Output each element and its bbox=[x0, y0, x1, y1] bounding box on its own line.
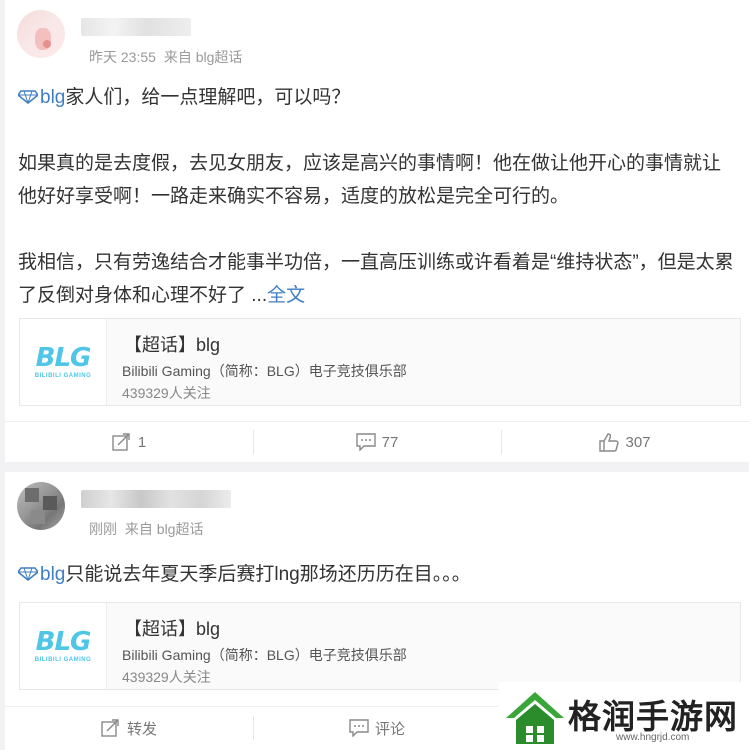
comment-icon bbox=[355, 433, 376, 451]
comment-label: 评论 bbox=[374, 720, 405, 738]
topic-tag-text: blg bbox=[40, 87, 66, 108]
repost-count: 1 bbox=[137, 433, 147, 451]
repost-button[interactable]: 1 bbox=[5, 422, 253, 462]
like-button[interactable]: 307 bbox=[501, 422, 749, 462]
post-paragraph-2: 我相信，只有劳逸结合才能事半功倍，一直高压训练或许看着是“维持状态”，但是太累了… bbox=[18, 246, 737, 312]
comment-count: 77 bbox=[381, 433, 399, 451]
blg-logo-sub: BILIBILI GAMING bbox=[34, 657, 92, 663]
supertopic-title: 【超话】blg bbox=[124, 619, 221, 639]
blg-logo-mark: BLG bbox=[35, 627, 92, 657]
topic-link[interactable]: blg bbox=[18, 564, 65, 585]
like-count: 307 bbox=[625, 433, 651, 451]
comment-icon bbox=[349, 719, 369, 737]
watermark-url: www.hngrjd.com bbox=[616, 732, 690, 743]
post-source[interactable]: 来自 blg超话 bbox=[164, 49, 243, 65]
thumbs-up-icon bbox=[599, 432, 620, 452]
post-lead-text: 家人们，给一点理解吧，可以吗？ bbox=[65, 87, 351, 108]
post-lead-line: blg家人们，给一点理解吧，可以吗？ bbox=[18, 81, 737, 114]
username-blurred[interactable] bbox=[81, 490, 231, 508]
post-body: blg只能说去年夏天季后赛打lng那场还历历在目。。。 bbox=[18, 558, 737, 591]
username-blurred[interactable] bbox=[81, 18, 191, 36]
comment-button[interactable]: 评论 bbox=[253, 708, 501, 748]
blg-logo-sub: BILIBILI GAMING bbox=[34, 373, 92, 379]
diamond-icon bbox=[18, 90, 38, 104]
supertopic-description: Bilibili Gaming（简称：BLG）电子竞技俱乐部 bbox=[122, 647, 407, 663]
supertopic-description: Bilibili Gaming（简称：BLG）电子竞技俱乐部 bbox=[122, 363, 407, 379]
repost-label: 转发 bbox=[126, 720, 157, 738]
avatar[interactable] bbox=[17, 10, 65, 58]
supertopic-card[interactable]: BLG BILIBILI GAMING 【超话】blg Bilibili Gam… bbox=[19, 318, 741, 406]
post-header: 昨天 23:55 来自 blg超话 bbox=[17, 10, 417, 65]
repost-icon bbox=[112, 433, 130, 451]
supertopic-title: 【超话】blg bbox=[124, 335, 221, 355]
repost-button[interactable]: 转发 bbox=[5, 708, 253, 748]
repost-icon bbox=[101, 719, 119, 737]
blg-logo: BLG BILIBILI GAMING bbox=[20, 319, 107, 405]
post-paragraph-1: 如果真的是去度假，去见女朋友，应该是高兴的事情啊！他在做让他开心的事情就让他好好… bbox=[18, 153, 722, 207]
diamond-icon bbox=[18, 567, 38, 581]
post-paragraph-2-text: 我相信，只有劳逸结合才能事半功倍，一直高压训练或许看着是“维持状态”，但是太累了… bbox=[18, 252, 734, 306]
post-meta: 昨天 23:55 来自 blg超话 bbox=[89, 47, 246, 67]
comment-button[interactable]: 77 bbox=[253, 422, 501, 462]
blg-logo: BLG BILIBILI GAMING bbox=[20, 603, 107, 689]
weibo-post-1: 昨天 23:55 来自 blg超话 blg家人们，给一点理解吧，可以吗？ 如果真… bbox=[5, 0, 749, 462]
post-text-line: blg只能说去年夏天季后赛打lng那场还历历在目。。。 bbox=[18, 558, 737, 591]
topic-tag-text: blg bbox=[40, 564, 66, 585]
supertopic-followers: 439329人关注 bbox=[122, 385, 211, 401]
action-bar: 1 77 307 bbox=[5, 422, 749, 462]
blg-logo-mark: BLG bbox=[35, 343, 92, 373]
house-logo-icon bbox=[506, 692, 564, 744]
expand-full-text-link[interactable]: 全文 bbox=[267, 285, 305, 306]
supertopic-followers: 439329人关注 bbox=[122, 669, 211, 685]
avatar[interactable] bbox=[17, 482, 65, 530]
post-text: 只能说去年夏天季后赛打lng那场还历历在目。。。 bbox=[65, 564, 471, 585]
supertopic-card[interactable]: BLG BILIBILI GAMING 【超话】blg Bilibili Gam… bbox=[19, 602, 741, 690]
topic-link[interactable]: blg bbox=[18, 87, 65, 108]
post-meta: 刚刚 来自 blg超话 bbox=[89, 519, 207, 539]
post-header: 刚刚 来自 blg超话 bbox=[17, 482, 417, 537]
watermark-name: 格润手游网 bbox=[568, 698, 738, 735]
ellipsis: ... bbox=[251, 285, 268, 306]
post-time[interactable]: 昨天 23:55 bbox=[89, 49, 156, 65]
post-time[interactable]: 刚刚 bbox=[89, 521, 117, 537]
site-watermark: 格润手游网 www.hngrjd.com bbox=[498, 682, 749, 750]
post-body: blg家人们，给一点理解吧，可以吗？ 如果真的是去度假，去见女朋友，应该是高兴的… bbox=[18, 81, 737, 312]
post-source[interactable]: 来自 blg超话 bbox=[125, 521, 204, 537]
